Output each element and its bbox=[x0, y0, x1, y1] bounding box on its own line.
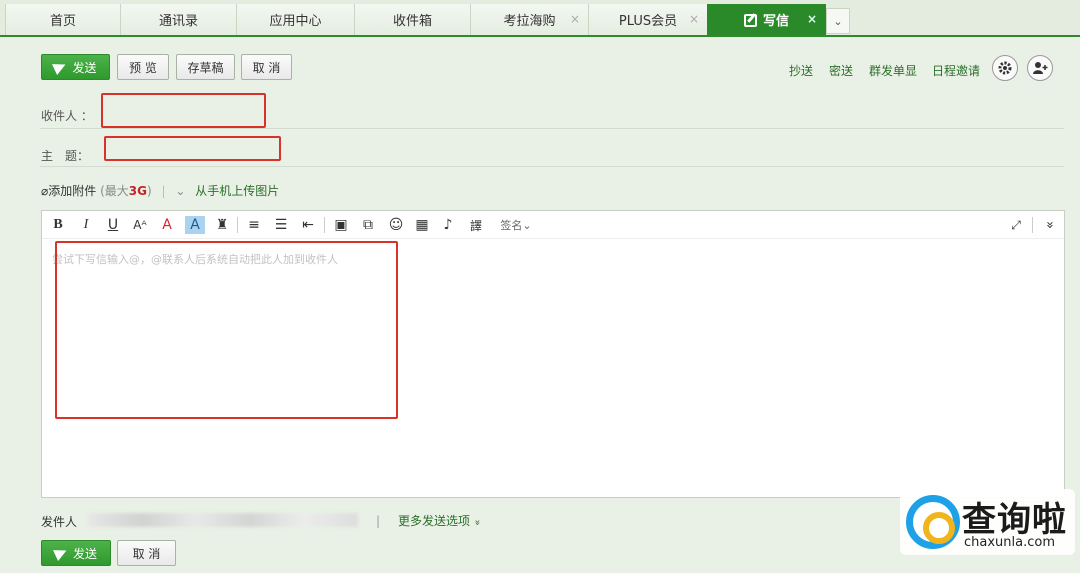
watermark-q-icon bbox=[906, 495, 960, 549]
tab-home-label: 首页 bbox=[49, 14, 76, 29]
tab-contacts[interactable]: 通讯录 bbox=[120, 4, 237, 35]
align-button[interactable]: ≡ bbox=[244, 216, 264, 234]
tab-plus-member[interactable]: PLUS会员 × bbox=[588, 4, 708, 35]
divider bbox=[324, 217, 325, 233]
chevron-down-icon[interactable]: ⌄ bbox=[826, 8, 850, 34]
font-size-button[interactable]: Aᴬ bbox=[130, 216, 150, 234]
tab-bar: 首页 通讯录 应用中心 收件箱 考拉海购 × PLUS会员 × 写信 × ⌄ bbox=[0, 0, 1080, 37]
font-color-button[interactable]: A bbox=[157, 216, 177, 234]
cancel-button-bottom[interactable]: 取 消 bbox=[117, 540, 176, 566]
message-body-input[interactable] bbox=[55, 241, 398, 419]
divider bbox=[40, 166, 1064, 167]
settings-button[interactable] bbox=[992, 55, 1018, 81]
cancel-button-label: 取 消 bbox=[132, 546, 161, 561]
gear-icon bbox=[998, 61, 1012, 75]
add-user-icon bbox=[1033, 62, 1048, 74]
italic-button[interactable]: I bbox=[76, 216, 96, 234]
send-button[interactable]: 发送 bbox=[41, 54, 110, 80]
sender-label: 发件人 bbox=[41, 515, 78, 529]
preview-button[interactable]: 预 览 bbox=[117, 54, 169, 80]
tab-inbox[interactable]: 收件箱 bbox=[354, 4, 471, 35]
recipient-input[interactable] bbox=[101, 93, 266, 128]
max-size-close: ) bbox=[146, 184, 152, 198]
watermark-logo: 查询啦 chaxunla.com bbox=[900, 489, 1075, 555]
recipient-label: 收件人 ： bbox=[41, 109, 93, 123]
divider: | bbox=[161, 184, 166, 198]
send-button-label: 发送 bbox=[72, 60, 97, 75]
upload-from-phone-link[interactable]: 从手机上传图片 bbox=[195, 184, 279, 198]
divider: | bbox=[376, 514, 381, 528]
subject-label: 主 题： bbox=[41, 149, 90, 163]
save-draft-button[interactable]: 存草稿 bbox=[176, 54, 235, 80]
close-icon[interactable]: × bbox=[570, 12, 580, 26]
collapse-icon[interactable]: » bbox=[1041, 215, 1059, 235]
message-editor: B I U Aᴬ A A ♜ ≡ ☰ ⇤ ▣ ⧉ ☺ ▦ ♪ 譯 签名 ⌄ ⤢ »… bbox=[41, 210, 1065, 498]
send-button-label: 发送 bbox=[72, 546, 97, 561]
tab-compose[interactable]: 写信 × bbox=[707, 4, 826, 35]
tab-kaola-label: 考拉海购 bbox=[503, 14, 556, 29]
bcc-link[interactable]: 密送 bbox=[829, 62, 853, 79]
expand-icon[interactable]: ⤢ bbox=[1006, 216, 1026, 234]
screenshot-button[interactable]: ⧉ bbox=[358, 216, 378, 234]
send-button-bottom[interactable]: 发送 bbox=[41, 540, 111, 566]
mass-send-link[interactable]: 群发单显 bbox=[869, 62, 917, 79]
tab-app-center[interactable]: 应用中心 bbox=[236, 4, 355, 35]
signature-dropdown[interactable]: 签名 ⌄ bbox=[496, 216, 536, 234]
preview-button-label: 预 览 bbox=[129, 60, 157, 75]
bg-color-button[interactable]: A bbox=[185, 216, 205, 234]
chevron-down-icon[interactable]: ⌄ bbox=[175, 184, 185, 198]
divider bbox=[40, 128, 1064, 129]
max-size-open: (最大 bbox=[100, 184, 129, 198]
divider bbox=[1032, 217, 1033, 233]
chevron-down-icon: ⌄ bbox=[522, 218, 532, 232]
tab-contacts-label: 通讯录 bbox=[158, 14, 198, 29]
sender-address-blurred[interactable] bbox=[88, 513, 358, 527]
schedule-invite-link[interactable]: 日程邀请 bbox=[932, 62, 980, 79]
tab-kaola[interactable]: 考拉海购 × bbox=[470, 4, 589, 35]
translate-button[interactable]: 譯 bbox=[466, 216, 486, 234]
format-brush-button[interactable]: ♜ bbox=[212, 216, 232, 234]
list-button[interactable]: ☰ bbox=[271, 216, 291, 234]
tab-inbox-label: 收件箱 bbox=[392, 14, 432, 29]
send-icon bbox=[52, 59, 69, 75]
more-send-options-label: 更多发送选项 bbox=[398, 514, 471, 528]
close-icon[interactable]: × bbox=[807, 12, 817, 26]
send-icon bbox=[53, 545, 69, 561]
save-draft-button-label: 存草稿 bbox=[187, 60, 224, 75]
underline-button[interactable]: U bbox=[103, 216, 123, 234]
signature-label: 签名 bbox=[500, 219, 523, 232]
add-contact-button[interactable] bbox=[1027, 55, 1053, 81]
emoji-button[interactable]: ☺ bbox=[386, 216, 406, 234]
subject-input[interactable] bbox=[104, 136, 281, 161]
compose-icon bbox=[743, 14, 757, 27]
attachment-row: ⌀添加附件 (最大3G) | ⌄ 从手机上传图片 bbox=[41, 182, 279, 199]
editor-toolbar: B I U Aᴬ A A ♜ ≡ ☰ ⇤ ▣ ⧉ ☺ ▦ ♪ 譯 签名 ⌄ ⤢ » bbox=[42, 211, 1064, 239]
watermark-url: chaxunla.com bbox=[964, 535, 1055, 550]
watermark-name: 查询啦 bbox=[962, 500, 1067, 540]
cc-link[interactable]: 抄送 bbox=[789, 62, 813, 79]
cancel-button-label: 取 消 bbox=[252, 60, 281, 75]
cancel-button[interactable]: 取 消 bbox=[241, 54, 292, 80]
tab-compose-label: 写信 bbox=[762, 14, 789, 29]
tab-app-center-label: 应用中心 bbox=[269, 14, 322, 29]
indent-button[interactable]: ⇤ bbox=[298, 216, 318, 234]
calendar-button[interactable]: ▦ bbox=[412, 216, 432, 234]
max-size-value: 3G bbox=[128, 184, 147, 198]
close-icon[interactable]: × bbox=[689, 12, 699, 26]
bold-button[interactable]: B bbox=[48, 216, 68, 234]
divider bbox=[237, 217, 238, 233]
tab-plus-member-label: PLUS会员 bbox=[618, 14, 678, 29]
compose-panel: 发送 预 览 存草稿 取 消 抄送 密送 群发单显 日程邀请 收件人 ： 主 题… bbox=[0, 37, 1080, 573]
chevron-down-icon: » bbox=[471, 519, 483, 526]
tab-home[interactable]: 首页 bbox=[5, 4, 121, 35]
voice-button[interactable]: ♪ bbox=[438, 216, 458, 234]
more-send-options-link[interactable]: | 更多发送选项 » bbox=[376, 512, 483, 529]
add-attachment-link[interactable]: 添加附件 bbox=[48, 184, 96, 198]
insert-image-button[interactable]: ▣ bbox=[331, 216, 351, 234]
